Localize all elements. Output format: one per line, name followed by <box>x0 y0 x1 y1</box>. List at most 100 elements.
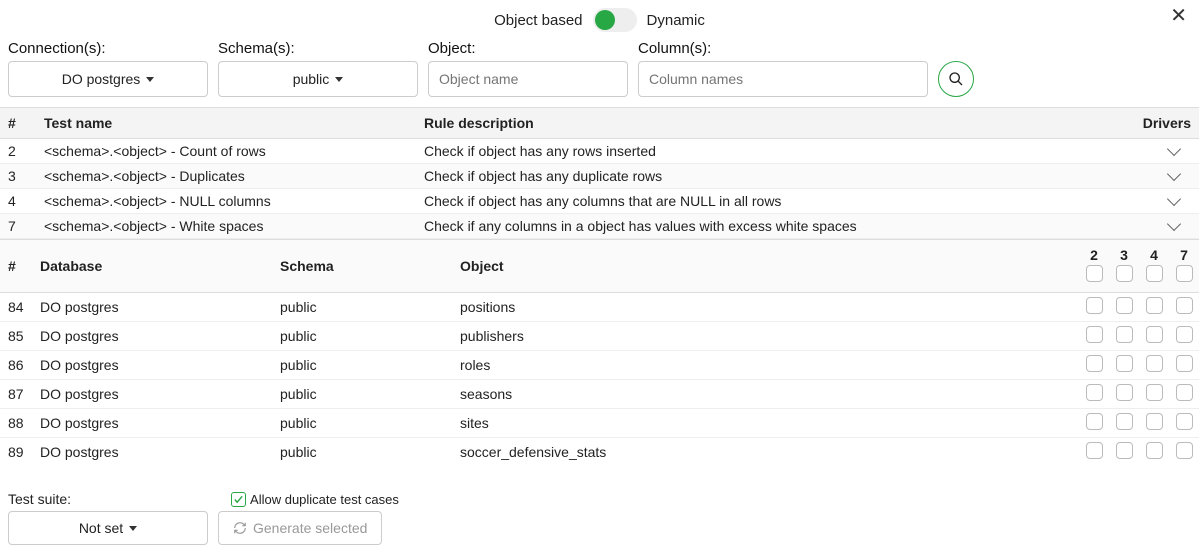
objects-col-schema: Schema <box>272 240 452 292</box>
rule-drivers-cell <box>1129 164 1199 189</box>
row-checkbox[interactable] <box>1176 326 1193 343</box>
objects-scroll[interactable]: # Database Schema Object 2347 84DO postg… <box>0 239 1199 464</box>
check-col-header: 7 <box>1169 240 1199 292</box>
object-schema: public <box>272 437 452 464</box>
schema-dropdown[interactable]: public <box>218 61 418 97</box>
object-name: publishers <box>452 321 1079 350</box>
check-col-num: 4 <box>1141 247 1167 263</box>
chevron-down-icon[interactable] <box>1167 167 1181 181</box>
object-db: DO postgres <box>32 292 272 321</box>
row-checkbox[interactable] <box>1116 384 1133 401</box>
object-row: 88DO postgrespublicsites <box>0 408 1199 437</box>
row-checkbox[interactable] <box>1086 384 1103 401</box>
check-cell <box>1109 321 1139 350</box>
suite-dropdown[interactable]: Not set <box>8 511 208 545</box>
allow-duplicate-checkbox[interactable] <box>231 492 246 507</box>
row-checkbox[interactable] <box>1146 326 1163 343</box>
objects-table: # Database Schema Object 2347 84DO postg… <box>0 240 1199 464</box>
check-cell <box>1109 379 1139 408</box>
rule-row: 2<schema>.<object> - Count of rowsCheck … <box>0 139 1199 164</box>
object-row: 89DO postgrespublicsoccer_defensive_stat… <box>0 437 1199 464</box>
rule-desc: Check if object has any duplicate rows <box>416 164 1129 189</box>
row-checkbox[interactable] <box>1146 442 1163 459</box>
object-name: roles <box>452 350 1079 379</box>
object-row: 84DO postgrespublicpositions <box>0 292 1199 321</box>
check-cell <box>1079 379 1109 408</box>
check-cell <box>1079 350 1109 379</box>
object-row: 85DO postgrespublicpublishers <box>0 321 1199 350</box>
select-all-checkbox[interactable] <box>1176 265 1193 282</box>
row-checkbox[interactable] <box>1086 326 1103 343</box>
row-checkbox[interactable] <box>1176 413 1193 430</box>
row-checkbox[interactable] <box>1086 442 1103 459</box>
filter-bar: Connection(s): DO postgres Schema(s): pu… <box>0 36 1199 107</box>
check-cell <box>1139 321 1169 350</box>
footer: Test suite: Allow duplicate test cases N… <box>0 487 1199 553</box>
search-button[interactable] <box>938 61 974 97</box>
allow-duplicate-label: Allow duplicate test cases <box>250 492 399 507</box>
row-checkbox[interactable] <box>1116 326 1133 343</box>
select-all-checkbox[interactable] <box>1116 265 1133 282</box>
row-checkbox[interactable] <box>1146 413 1163 430</box>
row-checkbox[interactable] <box>1116 355 1133 372</box>
object-db: DO postgres <box>32 350 272 379</box>
object-schema: public <box>272 292 452 321</box>
object-schema: public <box>272 321 452 350</box>
caret-down-icon <box>335 77 343 82</box>
object-input[interactable] <box>439 71 617 87</box>
search-icon <box>948 71 964 87</box>
rule-name: <schema>.<object> - Duplicates <box>36 164 416 189</box>
check-cell <box>1109 350 1139 379</box>
select-all-checkbox[interactable] <box>1146 265 1163 282</box>
row-checkbox[interactable] <box>1086 355 1103 372</box>
rules-col-drivers: Drivers <box>1129 108 1199 139</box>
object-row: 87DO postgrespublicseasons <box>0 379 1199 408</box>
object-input-wrap <box>428 61 628 97</box>
check-cell <box>1109 408 1139 437</box>
mode-label-left: Object based <box>494 12 582 29</box>
row-checkbox[interactable] <box>1086 297 1103 314</box>
select-all-checkbox[interactable] <box>1086 265 1103 282</box>
chevron-down-icon[interactable] <box>1167 142 1181 156</box>
object-name: positions <box>452 292 1079 321</box>
rule-drivers-cell <box>1129 189 1199 214</box>
row-checkbox[interactable] <box>1176 384 1193 401</box>
row-checkbox[interactable] <box>1176 442 1193 459</box>
schema-value: public <box>293 71 330 87</box>
row-checkbox[interactable] <box>1176 355 1193 372</box>
object-name: sites <box>452 408 1079 437</box>
check-col-num: 3 <box>1111 247 1137 263</box>
object-name: soccer_defensive_stats <box>452 437 1079 464</box>
mode-toggle[interactable] <box>593 8 637 32</box>
generate-selected-button[interactable]: Generate selected <box>218 511 382 545</box>
row-checkbox[interactable] <box>1116 442 1133 459</box>
close-icon[interactable]: ✕ <box>1170 6 1187 26</box>
object-db: DO postgres <box>32 437 272 464</box>
check-col-header: 3 <box>1109 240 1139 292</box>
row-checkbox[interactable] <box>1116 297 1133 314</box>
row-checkbox[interactable] <box>1146 384 1163 401</box>
rule-num: 3 <box>0 164 36 189</box>
row-checkbox[interactable] <box>1086 413 1103 430</box>
chevron-down-icon[interactable] <box>1167 217 1181 231</box>
suite-value: Not set <box>79 520 123 536</box>
check-cell <box>1169 437 1199 464</box>
chevron-down-icon[interactable] <box>1167 192 1181 206</box>
check-cell <box>1169 321 1199 350</box>
check-col-num: 2 <box>1081 247 1107 263</box>
row-checkbox[interactable] <box>1176 297 1193 314</box>
connection-dropdown[interactable]: DO postgres <box>8 61 208 97</box>
rule-name: <schema>.<object> - Count of rows <box>36 139 416 164</box>
toggle-knob <box>595 10 615 30</box>
columns-input[interactable] <box>649 71 917 87</box>
object-num: 89 <box>0 437 32 464</box>
rule-num: 4 <box>0 189 36 214</box>
check-cell <box>1109 292 1139 321</box>
row-checkbox[interactable] <box>1116 413 1133 430</box>
row-checkbox[interactable] <box>1146 297 1163 314</box>
connection-value: DO postgres <box>62 71 141 87</box>
row-checkbox[interactable] <box>1146 355 1163 372</box>
rule-drivers-cell <box>1129 139 1199 164</box>
refresh-icon <box>233 521 247 535</box>
check-cell <box>1139 408 1169 437</box>
